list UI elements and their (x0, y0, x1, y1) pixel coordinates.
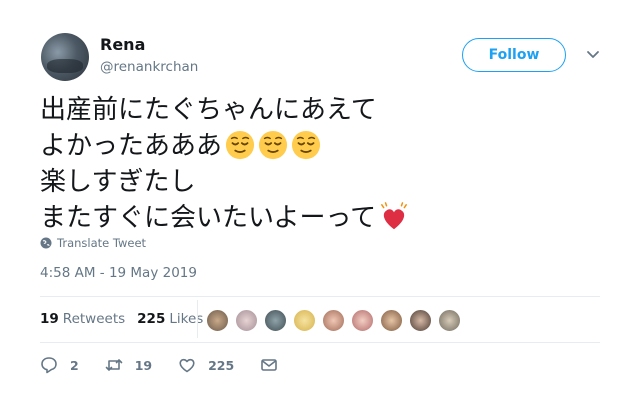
relieved-face-emoji-icon (258, 130, 288, 160)
tweet-actions: 2 19 225 (40, 356, 316, 374)
liker-avatar[interactable] (409, 309, 432, 332)
liker-avatar[interactable] (206, 309, 229, 332)
user-name[interactable]: Rena (100, 35, 145, 54)
reply-button[interactable]: 2 (40, 356, 79, 374)
like-button[interactable]: 225 (178, 356, 234, 374)
tweet-text: 出産前にたぐちゃんにあえて よかったあああ 楽しすぎたし またすぐに会いたいよー… (40, 92, 580, 236)
likes-stat[interactable]: 225 Likes (137, 311, 203, 327)
liker-avatar[interactable] (322, 309, 345, 332)
tweet-card: Rena @renankrchan Follow 出産前にたぐちゃんにあえて よ… (0, 0, 640, 404)
tweet-timestamp[interactable]: 4:58 AM - 19 May 2019 (40, 265, 197, 281)
liker-avatar[interactable] (293, 309, 316, 332)
translate-tweet-link[interactable]: Translate Tweet (40, 236, 146, 250)
follow-button[interactable]: Follow (462, 38, 566, 72)
likers-avatars (206, 309, 467, 332)
liker-avatar[interactable] (438, 309, 461, 332)
tweet-line-3: 楽しすぎたし (40, 167, 196, 197)
liker-avatar[interactable] (380, 309, 403, 332)
retweet-icon (105, 359, 123, 371)
like-count: 225 (208, 357, 235, 373)
divider (40, 342, 600, 343)
tweet-line-1: 出産前にたぐちゃんにあえて (40, 95, 377, 125)
globe-icon (40, 237, 52, 249)
direct-message-button[interactable] (260, 356, 290, 374)
tweet-line-4-text: またすぐに会いたいよーって (40, 203, 377, 233)
liker-avatar[interactable] (264, 309, 287, 332)
liker-avatar[interactable] (235, 309, 258, 332)
retweets-stat[interactable]: 19 Retweets (40, 311, 125, 327)
heart-icon (179, 358, 195, 373)
retweet-count: 19 (134, 357, 153, 373)
tweet-line-4: またすぐに会いたいよーって (40, 200, 580, 236)
envelope-icon (261, 359, 278, 371)
retweet-button[interactable]: 19 (105, 356, 152, 374)
relieved-face-emoji-icon (225, 130, 255, 160)
stats-separator (197, 300, 198, 338)
likes-count: 225 (137, 311, 166, 327)
chevron-down-icon[interactable] (585, 46, 601, 62)
tweet-line-2: よかったあああ (40, 128, 580, 164)
beating-heart-emoji-icon (381, 202, 408, 230)
reply-count: 2 (70, 357, 79, 373)
relieved-face-emoji-icon (291, 130, 321, 160)
avatar[interactable] (41, 33, 89, 81)
tweet-stats: 19 Retweets 225 Likes (40, 311, 215, 327)
divider (40, 296, 600, 297)
likes-label: Likes (169, 311, 204, 327)
retweets-count: 19 (40, 311, 59, 327)
retweets-label: Retweets (62, 311, 126, 327)
translate-label[interactable]: Translate Tweet (57, 236, 146, 250)
reply-icon (41, 357, 57, 374)
tweet-line-2-text: よかったあああ (40, 131, 223, 161)
liker-avatar[interactable] (351, 309, 374, 332)
user-handle[interactable]: @renankrchan (100, 59, 198, 75)
